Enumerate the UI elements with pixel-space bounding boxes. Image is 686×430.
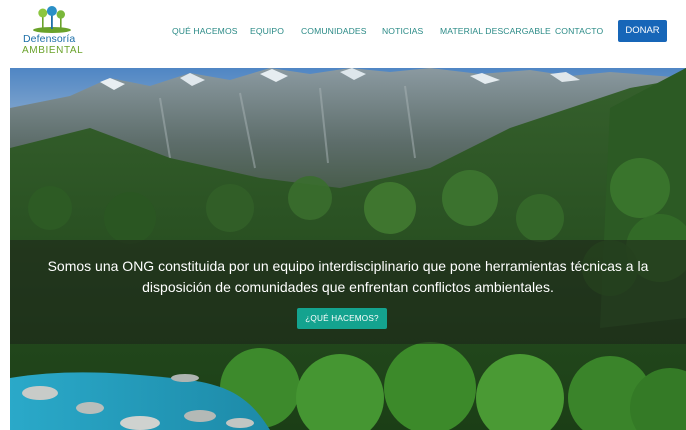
nav-item-contacto[interactable]: CONTACTO bbox=[555, 26, 603, 36]
nav-item-comunidades[interactable]: COMUNIDADES bbox=[301, 26, 367, 36]
nav-item-material-descargable[interactable]: MATERIAL DESCARGABLE bbox=[440, 26, 551, 36]
donate-button[interactable]: DONAR bbox=[618, 20, 667, 42]
logo-text-secondary: AMBIENTAL bbox=[22, 45, 84, 56]
hero-section: Somos una ONG constituida por un equipo … bbox=[10, 68, 686, 430]
hero-description: Somos una ONG constituida por un equipo … bbox=[47, 258, 649, 295]
main-nav: QUÉ HACEMOS EQUIPO COMUNIDADES NOTICIAS … bbox=[0, 26, 686, 38]
site-header: Defensoría AMBIENTAL QUÉ HACEMOS EQUIPO … bbox=[0, 0, 686, 66]
nav-item-noticias[interactable]: NOTICIAS bbox=[382, 26, 423, 36]
nav-item-equipo[interactable]: EQUIPO bbox=[250, 26, 284, 36]
que-hacemos-button[interactable]: ¿QUÉ HACEMOS? bbox=[297, 308, 387, 329]
nav-item-que-hacemos[interactable]: QUÉ HACEMOS bbox=[172, 26, 238, 36]
